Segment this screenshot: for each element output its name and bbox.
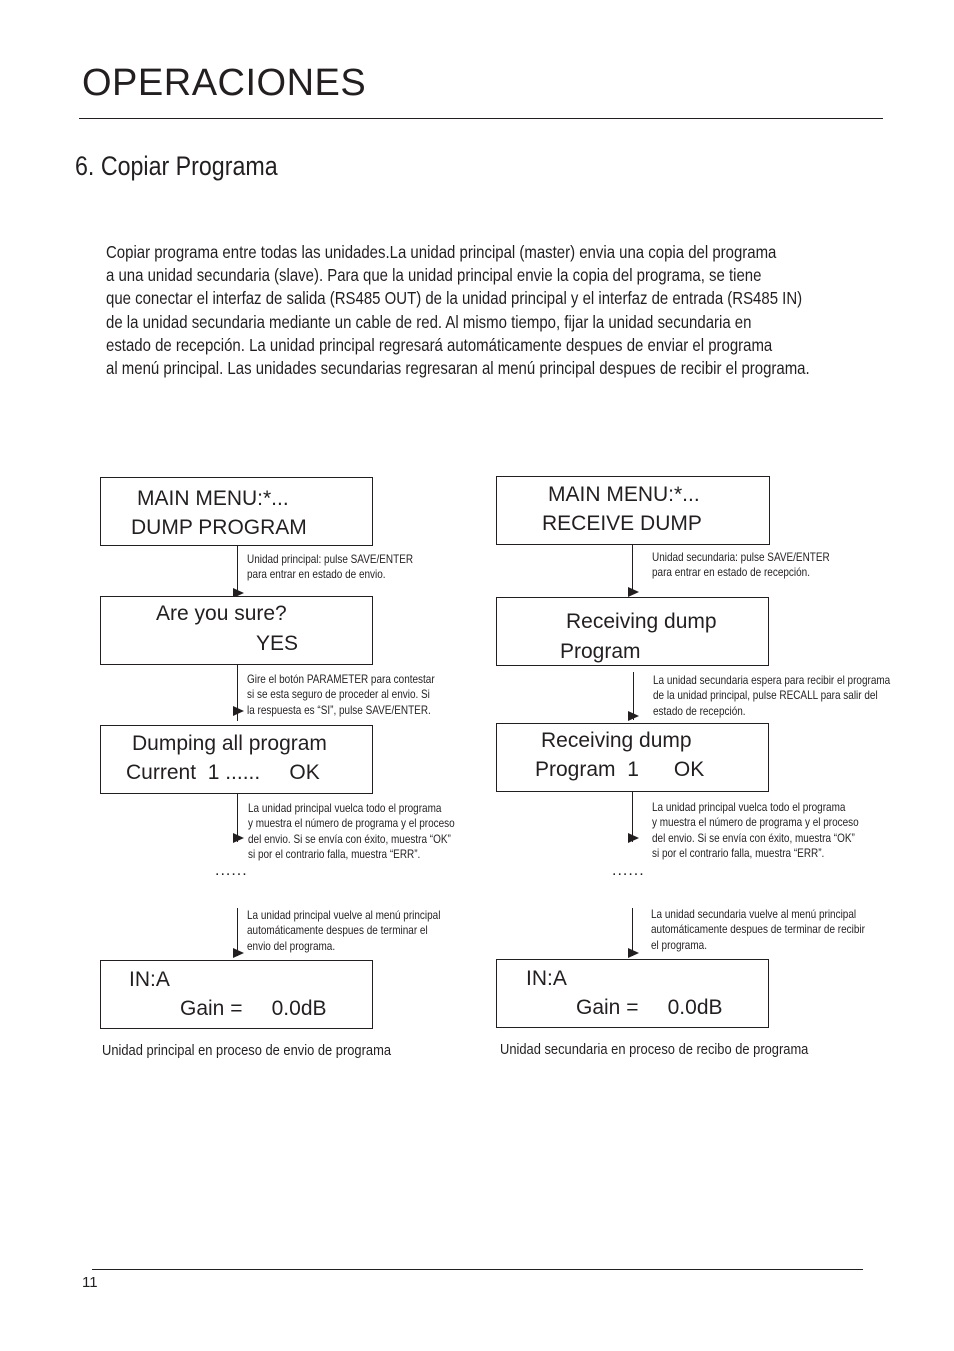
arrow-head-icon xyxy=(233,706,244,716)
intro-line: que conectar el interfaz de salida (RS48… xyxy=(106,288,803,309)
lcd-line-2: Current 1 ...... OK xyxy=(126,761,320,784)
intro-line: al menú principal. Las unidades secundar… xyxy=(106,357,810,378)
header-rule xyxy=(79,118,883,119)
lcd-line-1: IN:A xyxy=(129,968,170,991)
arrow-head-icon xyxy=(628,587,639,597)
arrow-head-icon xyxy=(233,833,244,843)
footer-rule xyxy=(92,1269,863,1270)
step-note: Unidad principal: pulse SAVE/ENTER para … xyxy=(247,553,414,582)
lcd-line-1: MAIN MENU:*... xyxy=(548,483,700,506)
intro-line: Copiar programa entre todas las unidades… xyxy=(106,242,777,262)
arrow-head-icon xyxy=(628,833,639,843)
lcd-line-1: Dumping all program xyxy=(132,732,327,755)
lcd-screen-main-menu-dump: MAIN MENU:*... DUMP PROGRAM xyxy=(100,477,373,546)
ellipsis: ...... xyxy=(215,862,248,879)
lcd-line-1: Receiving dump xyxy=(541,729,692,752)
lcd-line-2: Gain = 0.0dB xyxy=(180,997,327,1020)
intro-line: a una unidad secundaria (slave). Para qu… xyxy=(106,265,762,286)
lcd-line-1: Receiving dump xyxy=(566,610,717,633)
flow-arrow-line xyxy=(237,546,238,594)
page-title: OPERACIONES xyxy=(82,62,367,104)
intro-paragraph: Copiar programa entre todas las unidades… xyxy=(106,241,810,380)
lcd-line-2: RECEIVE DUMP xyxy=(542,512,702,535)
intro-line: estado de recepción. La unidad principal… xyxy=(106,334,773,355)
flow-arrow-line xyxy=(632,545,633,593)
lcd-screen-secondary-gain: IN:A Gain = 0.0dB xyxy=(496,959,769,1028)
arrow-head-icon xyxy=(628,711,639,721)
step-note: Unidad secundaria: pulse SAVE/ENTER para… xyxy=(652,551,830,580)
lcd-line-2: YES xyxy=(256,632,299,655)
page-number: 11 xyxy=(82,1274,98,1291)
arrow-head-icon xyxy=(233,948,244,958)
lcd-line-1: IN:A xyxy=(526,967,567,990)
step-note: Gire el botón PARAMETER para contestar s… xyxy=(247,673,435,717)
lcd-line-2: Program xyxy=(560,640,641,663)
intro-line: de la unidad secundaria mediante un cabl… xyxy=(106,311,752,332)
lcd-line-1: Are you sure? xyxy=(156,602,287,625)
step-note: La unidad principal vuelve al menú princ… xyxy=(247,909,441,953)
lcd-screen-main-gain: IN:A Gain = 0.0dB xyxy=(100,960,373,1029)
lcd-screen-confirm: Are you sure? YES xyxy=(100,596,373,665)
lcd-line-2: Gain = 0.0dB xyxy=(576,996,723,1019)
lcd-screen-receiving: Receiving dump Program xyxy=(496,597,769,666)
lcd-screen-dumping: Dumping all program Current 1 ...... OK xyxy=(100,725,373,794)
ellipsis: ...... xyxy=(612,862,645,879)
arrow-head-icon xyxy=(628,948,639,958)
slave-caption: Unidad secundaria en proceso de recibo d… xyxy=(500,1041,809,1058)
lcd-line-2: DUMP PROGRAM xyxy=(131,516,307,539)
lcd-screen-receiving-progress: Receiving dump Program 1 OK xyxy=(496,723,769,792)
lcd-screen-main-menu-receive: MAIN MENU:*... RECEIVE DUMP xyxy=(496,476,770,545)
step-note: La unidad secundaria vuelve al menú prin… xyxy=(651,908,865,952)
lcd-line-2: Program 1 OK xyxy=(535,758,705,781)
master-caption: Unidad principal en proceso de envio de … xyxy=(102,1042,392,1059)
section-title: 6. Copiar Programa xyxy=(75,151,278,181)
step-note: La unidad principal vuelca todo el progr… xyxy=(248,802,455,862)
lcd-line-1: MAIN MENU:*... xyxy=(137,487,289,510)
step-note: La unidad principal vuelca todo el progr… xyxy=(652,801,859,861)
step-note: La unidad secundaria espera para recibir… xyxy=(653,674,891,718)
